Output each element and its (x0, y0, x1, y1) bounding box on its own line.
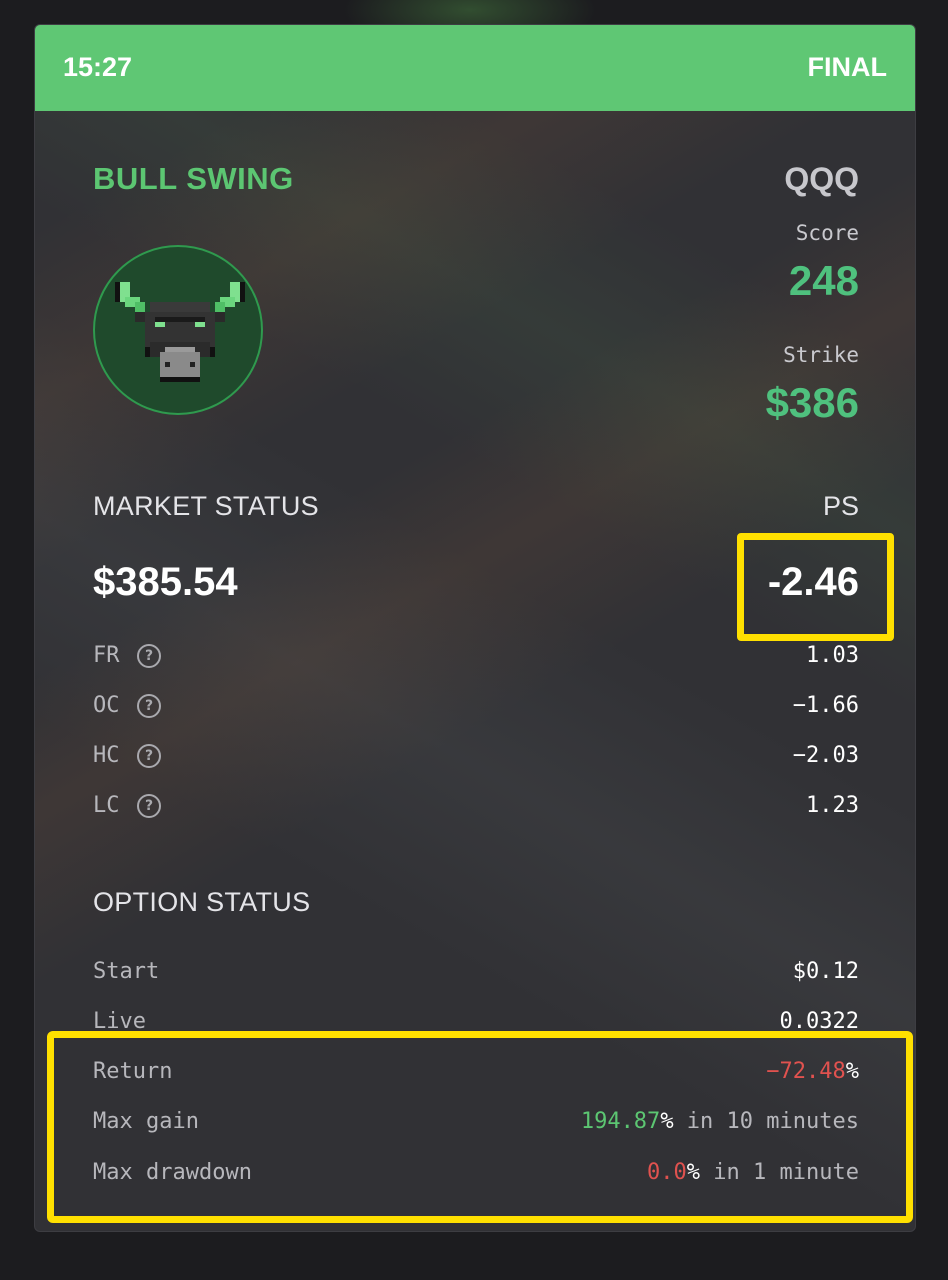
metric-row-hc: HC ? −2.03 (93, 743, 859, 773)
score-value: 248 (788, 257, 859, 304)
help-circle-icon[interactable]: ? (137, 744, 161, 768)
strike-label: Strike (783, 343, 859, 367)
metric-row-fr: FR ? 1.03 (93, 643, 859, 673)
metric-label: HC (93, 743, 120, 768)
metric-value: −1.66 (792, 693, 859, 718)
help-circle-icon[interactable]: ? (137, 794, 161, 818)
metric-row-oc: OC ? −1.66 (93, 693, 859, 723)
help-circle-icon[interactable]: ? (137, 644, 161, 668)
metric-value: 1.03 (806, 643, 859, 668)
strike-value: $386 (765, 379, 859, 426)
bull-icon (115, 282, 245, 382)
metric-label: LC (93, 793, 120, 818)
option-row-start: Start $0.12 (93, 959, 859, 989)
ps-highlight-box (737, 533, 894, 641)
option-stats-highlight-box (47, 1031, 913, 1223)
signal-title: BULL SWING (93, 161, 294, 196)
metric-value: −2.03 (792, 743, 859, 768)
card-header: 15:27 FINAL (35, 25, 915, 111)
metric-label: OC (93, 693, 120, 718)
signal-card: 15:27 FINAL BULL SWING QQQ Score 248 Str… (34, 24, 916, 1232)
market-status-title: MARKET STATUS (93, 491, 319, 521)
metric-row-lc: LC ? 1.23 (93, 793, 859, 823)
start-value: $0.12 (792, 959, 859, 984)
ps-label: PS (822, 491, 859, 521)
header-status: FINAL (807, 52, 887, 82)
market-price: $385.54 (93, 560, 238, 604)
option-status-title: OPTION STATUS (93, 887, 311, 917)
help-circle-icon[interactable]: ? (137, 694, 161, 718)
bull-avatar-icon (93, 245, 263, 415)
header-time: 15:27 (63, 52, 133, 82)
start-label: Start (93, 959, 160, 984)
ticker-symbol: QQQ (784, 161, 859, 197)
metric-value: 1.23 (806, 793, 859, 818)
score-label: Score (795, 221, 859, 245)
metric-label: FR (93, 643, 120, 668)
